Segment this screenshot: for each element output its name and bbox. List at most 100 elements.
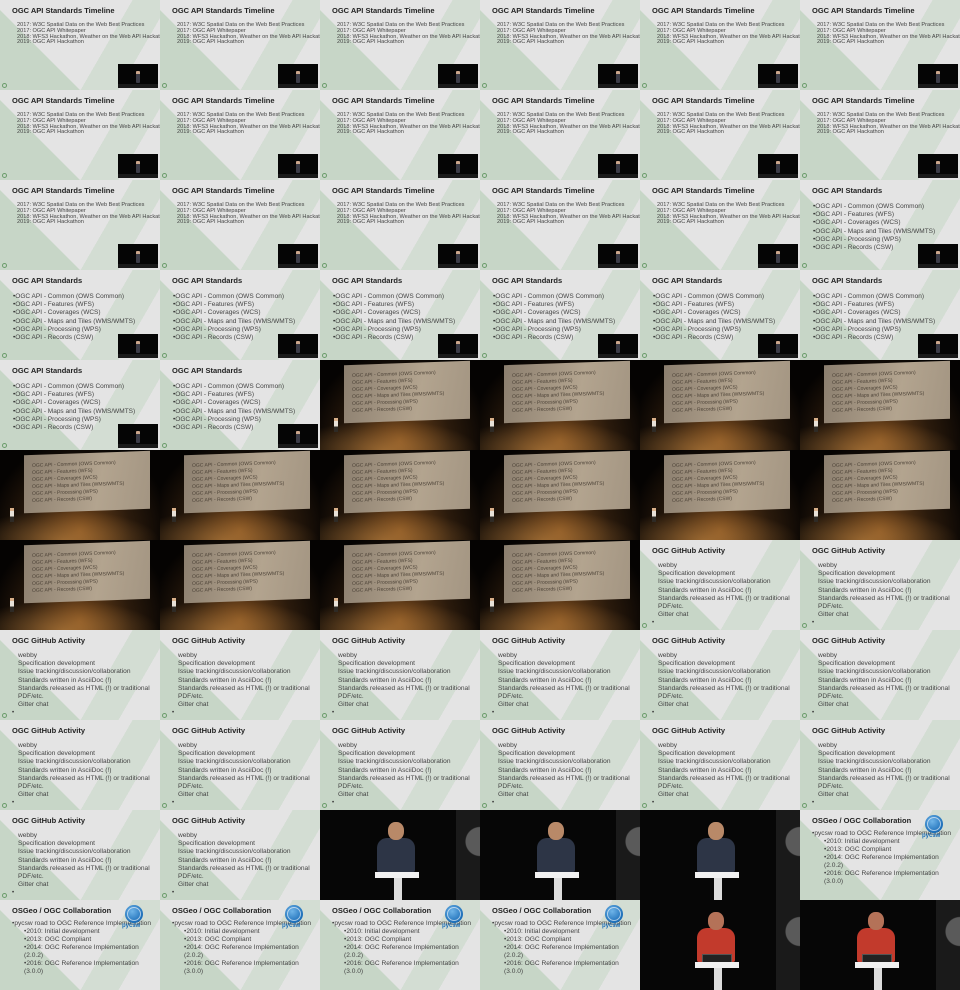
slide-bullet: OGC API - Common (OWS Common) — [813, 293, 956, 301]
slide-title: OGC GitHub Activity — [492, 636, 566, 645]
slide-bullet: Standards written in AsciiDoc (!) — [818, 586, 912, 594]
speaker-body — [377, 838, 415, 872]
slide-bullet: Standards released as HTML (!) or tradit… — [498, 774, 630, 791]
speaker-figure — [776, 71, 780, 83]
timeline-slide-frame: OGC API Standards Timeline 2017: W3C Spat… — [480, 0, 640, 90]
github-slide-frame: OGC GitHub Activity webby Specification de… — [800, 720, 960, 810]
slide-bullet: OGC API - Coverages (WCS) — [493, 309, 636, 317]
stage-floor — [758, 264, 798, 268]
lectern-stand — [394, 878, 402, 900]
slide-bullet: Specification development — [178, 660, 255, 668]
slide-title: OGC API Standards Timeline — [812, 6, 915, 15]
screen-text-line: OGC API - Records (CSW) — [32, 585, 93, 594]
osgeo-logo-icon — [162, 443, 167, 448]
github-slide-frame: OGC GitHub Activity webby Specification de… — [0, 810, 160, 900]
stage-floor — [118, 174, 158, 178]
github-slide-frame: OGC GitHub Activity webby Specification de… — [0, 630, 160, 720]
github-slide-frame: OGC GitHub Activity webby Specification de… — [640, 540, 800, 630]
slide-title: OGC GitHub Activity — [12, 636, 86, 645]
stage-floor — [118, 84, 158, 88]
video-frame-grid: OGC API Standards Timeline 2017: W3C Spat… — [0, 0, 960, 990]
empty-bullet: • — [652, 620, 655, 626]
slide-body: 2017: W3C Spatial Data on the Web Best P… — [497, 22, 640, 46]
slide-bullet: Standards released as HTML (!) or tradit… — [498, 684, 630, 701]
slide-body: 2017: W3C Spatial Data on the Web Best P… — [177, 112, 320, 136]
slide-bullet: Standards released as HTML (!) or tradit… — [338, 684, 470, 701]
speaker-inset-video — [438, 334, 478, 358]
osgeo-logo-icon — [482, 173, 487, 178]
slide-bullet: 2019: OGC API Hackathon — [337, 39, 404, 46]
slide-bullet: Specification development — [498, 750, 575, 758]
slide-title: OGC API Standards — [492, 276, 563, 285]
slide-title: OGC API Standards Timeline — [492, 6, 595, 15]
timeline-slide-frame: OGC API Standards Timeline 2017: W3C Spat… — [160, 0, 320, 90]
github-slide-frame: OGC GitHub Activity webby Specification de… — [160, 630, 320, 720]
speaker-figure — [776, 341, 780, 353]
slide-bullet: 2019: OGC API Hackathon — [177, 39, 244, 46]
slide-bullet: OGC API - Coverages (WCS) — [13, 399, 156, 407]
slide-bullet: OGC API - Features (WFS) — [13, 391, 156, 399]
speaker-figure — [296, 431, 300, 443]
speaker-inset-video — [438, 64, 478, 88]
osgeo-slide-frame: OSGeo / OGC Collaborationpycsw road to O… — [320, 900, 480, 990]
stage-spotlight — [640, 420, 800, 450]
osgeo-logo-icon — [2, 803, 7, 808]
screen-text-line: OGC API - Records (CSW) — [512, 405, 573, 414]
slide-title: OGC GitHub Activity — [492, 726, 566, 735]
github-slide-frame: OGC GitHub Activity webby Specification de… — [480, 720, 640, 810]
timeline-slide-frame: OGC API Standards Timeline 2017: W3C Spat… — [800, 90, 960, 180]
slide-title: OGC GitHub Activity — [332, 636, 406, 645]
screen-text-line: OGC API - Records (CSW) — [832, 495, 893, 504]
pycsw-logo-text: pycsw — [122, 923, 141, 929]
slide-bullet: OGC API - Processing (WPS) — [13, 416, 156, 424]
speaker-figure — [616, 71, 620, 83]
slide-body: webby Specification development Issue trac… — [178, 742, 316, 799]
slide-bullet: Gitter chat — [18, 881, 49, 889]
speaker-figure — [776, 251, 780, 263]
slide-bullet: OGC API - Features (WFS) — [813, 301, 956, 309]
slide-title: OGC GitHub Activity — [812, 636, 886, 645]
stage-wide-shot: OGC API - Common (OWS Common) OGC API - F… — [480, 540, 640, 630]
slide-title: OGC GitHub Activity — [12, 726, 86, 735]
speaker-inset-video — [118, 424, 158, 448]
speaker-figure — [334, 508, 338, 522]
slide-bullet: OGC API - Coverages (WCS) — [653, 309, 796, 317]
slide-bullet: Specification development — [658, 570, 735, 578]
osgeo-slide-frame: OSGeo / OGC Collaborationpycsw road to O… — [800, 810, 960, 900]
slide-bullet: 2019: OGC API Hackathon — [657, 39, 724, 46]
stage-spotlight — [0, 600, 160, 630]
slide-bullet: OGC API - Processing (WPS) — [173, 416, 316, 424]
speaker-figure — [776, 161, 780, 173]
github-slide-frame: OGC GitHub Activity webby Specification de… — [160, 810, 320, 900]
slide-bullet: OGC API - Processing (WPS) — [333, 326, 476, 334]
speaker-closeup — [320, 810, 480, 900]
slide-title: OSGeo / OGC Collaboration — [812, 816, 912, 825]
slide-bullet: 2016: OGC Reference Implementation (3.0.… — [332, 960, 476, 976]
speaker-inset-video — [118, 334, 158, 358]
speaker-head — [388, 822, 404, 840]
slide-bullet: OGC API - Common (OWS Common) — [173, 383, 316, 391]
slide-title: OGC API Standards Timeline — [332, 96, 435, 105]
pycsw-logo: pycsw — [280, 905, 306, 932]
slide-title: OGC API Standards Timeline — [12, 6, 115, 15]
speaker-inset-video — [118, 64, 158, 88]
timeline-slide-frame: OGC API Standards Timeline 2017: W3C Spat… — [640, 180, 800, 270]
speaker-inset-video — [918, 64, 958, 88]
slide-bullet: 2019: OGC API Hackathon — [337, 219, 404, 226]
slide-bullet: Gitter chat — [818, 611, 849, 619]
stage-floor — [598, 174, 638, 178]
speaker-inset-video — [118, 154, 158, 178]
slide-bullet: Gitter chat — [178, 881, 209, 889]
empty-bullet: • — [652, 710, 655, 716]
stage-wide-shot: OGC API - Common (OWS Common) OGC API - F… — [800, 360, 960, 450]
slide-bullet: Issue tracking/discussion/collaboration — [178, 848, 291, 856]
slide-title: OGC API Standards Timeline — [172, 6, 275, 15]
slide-bullet: webby — [818, 562, 838, 569]
slide-bullet: 2013: OGC Compliant — [812, 846, 956, 854]
slide-body: 2017: W3C Spatial Data on the Web Best P… — [337, 112, 480, 136]
screen-text-line: OGC API - Records (CSW) — [672, 495, 733, 504]
timeline-slide-frame: OGC API Standards Timeline 2017: W3C Spat… — [0, 180, 160, 270]
pycsw-logo: pycsw — [600, 905, 626, 932]
slide-bullet: webby — [178, 742, 198, 749]
speaker-closeup — [480, 810, 640, 900]
